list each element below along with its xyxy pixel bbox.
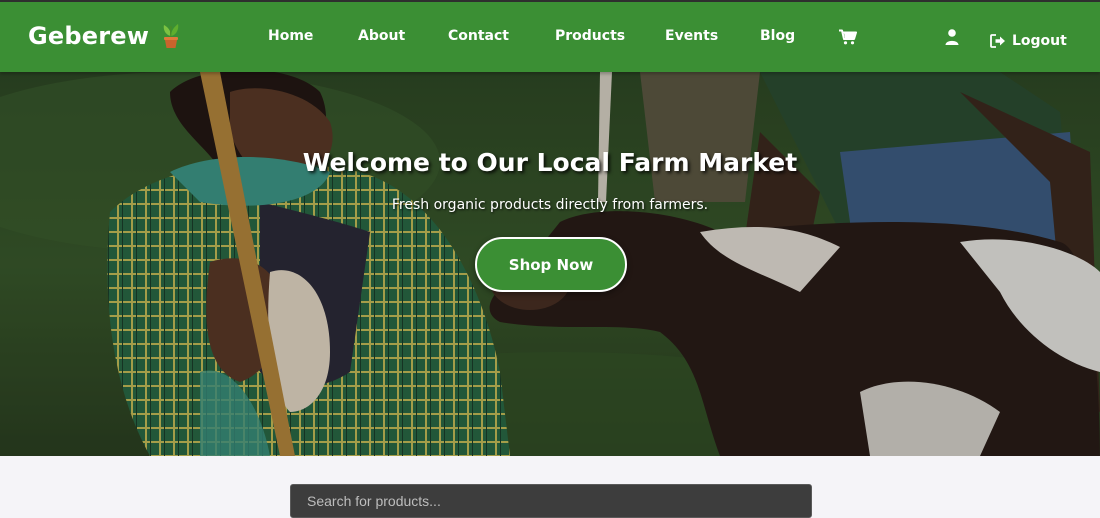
nav-home[interactable]: Home [268, 28, 313, 44]
logout-icon [990, 34, 1005, 48]
nav-events[interactable]: Events [665, 28, 718, 44]
nav-products[interactable]: Products [555, 28, 625, 44]
hero-subtitle: Fresh organic products directly from far… [391, 197, 709, 213]
brand-logo[interactable]: Geberew [28, 22, 181, 50]
brand-name: Geberew [28, 22, 150, 50]
logout-label: Logout [1012, 33, 1067, 49]
nav-contact[interactable]: Contact [448, 28, 509, 44]
nav-about[interactable]: About [358, 28, 405, 44]
user-icon[interactable] [945, 29, 959, 45]
navbar: Geberew Home About Contact Products Even… [0, 0, 1100, 72]
search-input[interactable] [290, 484, 812, 518]
hero-banner: Welcome to Our Local Farm Market Fresh o… [0, 72, 1100, 456]
nav-blog[interactable]: Blog [760, 28, 795, 44]
potted-plant-icon [163, 24, 179, 48]
shop-now-button[interactable]: Shop Now [475, 237, 627, 292]
logout-button[interactable]: Logout [990, 33, 1067, 49]
cart-icon[interactable] [839, 29, 857, 45]
hero-title: Welcome to Our Local Farm Market [302, 148, 798, 177]
